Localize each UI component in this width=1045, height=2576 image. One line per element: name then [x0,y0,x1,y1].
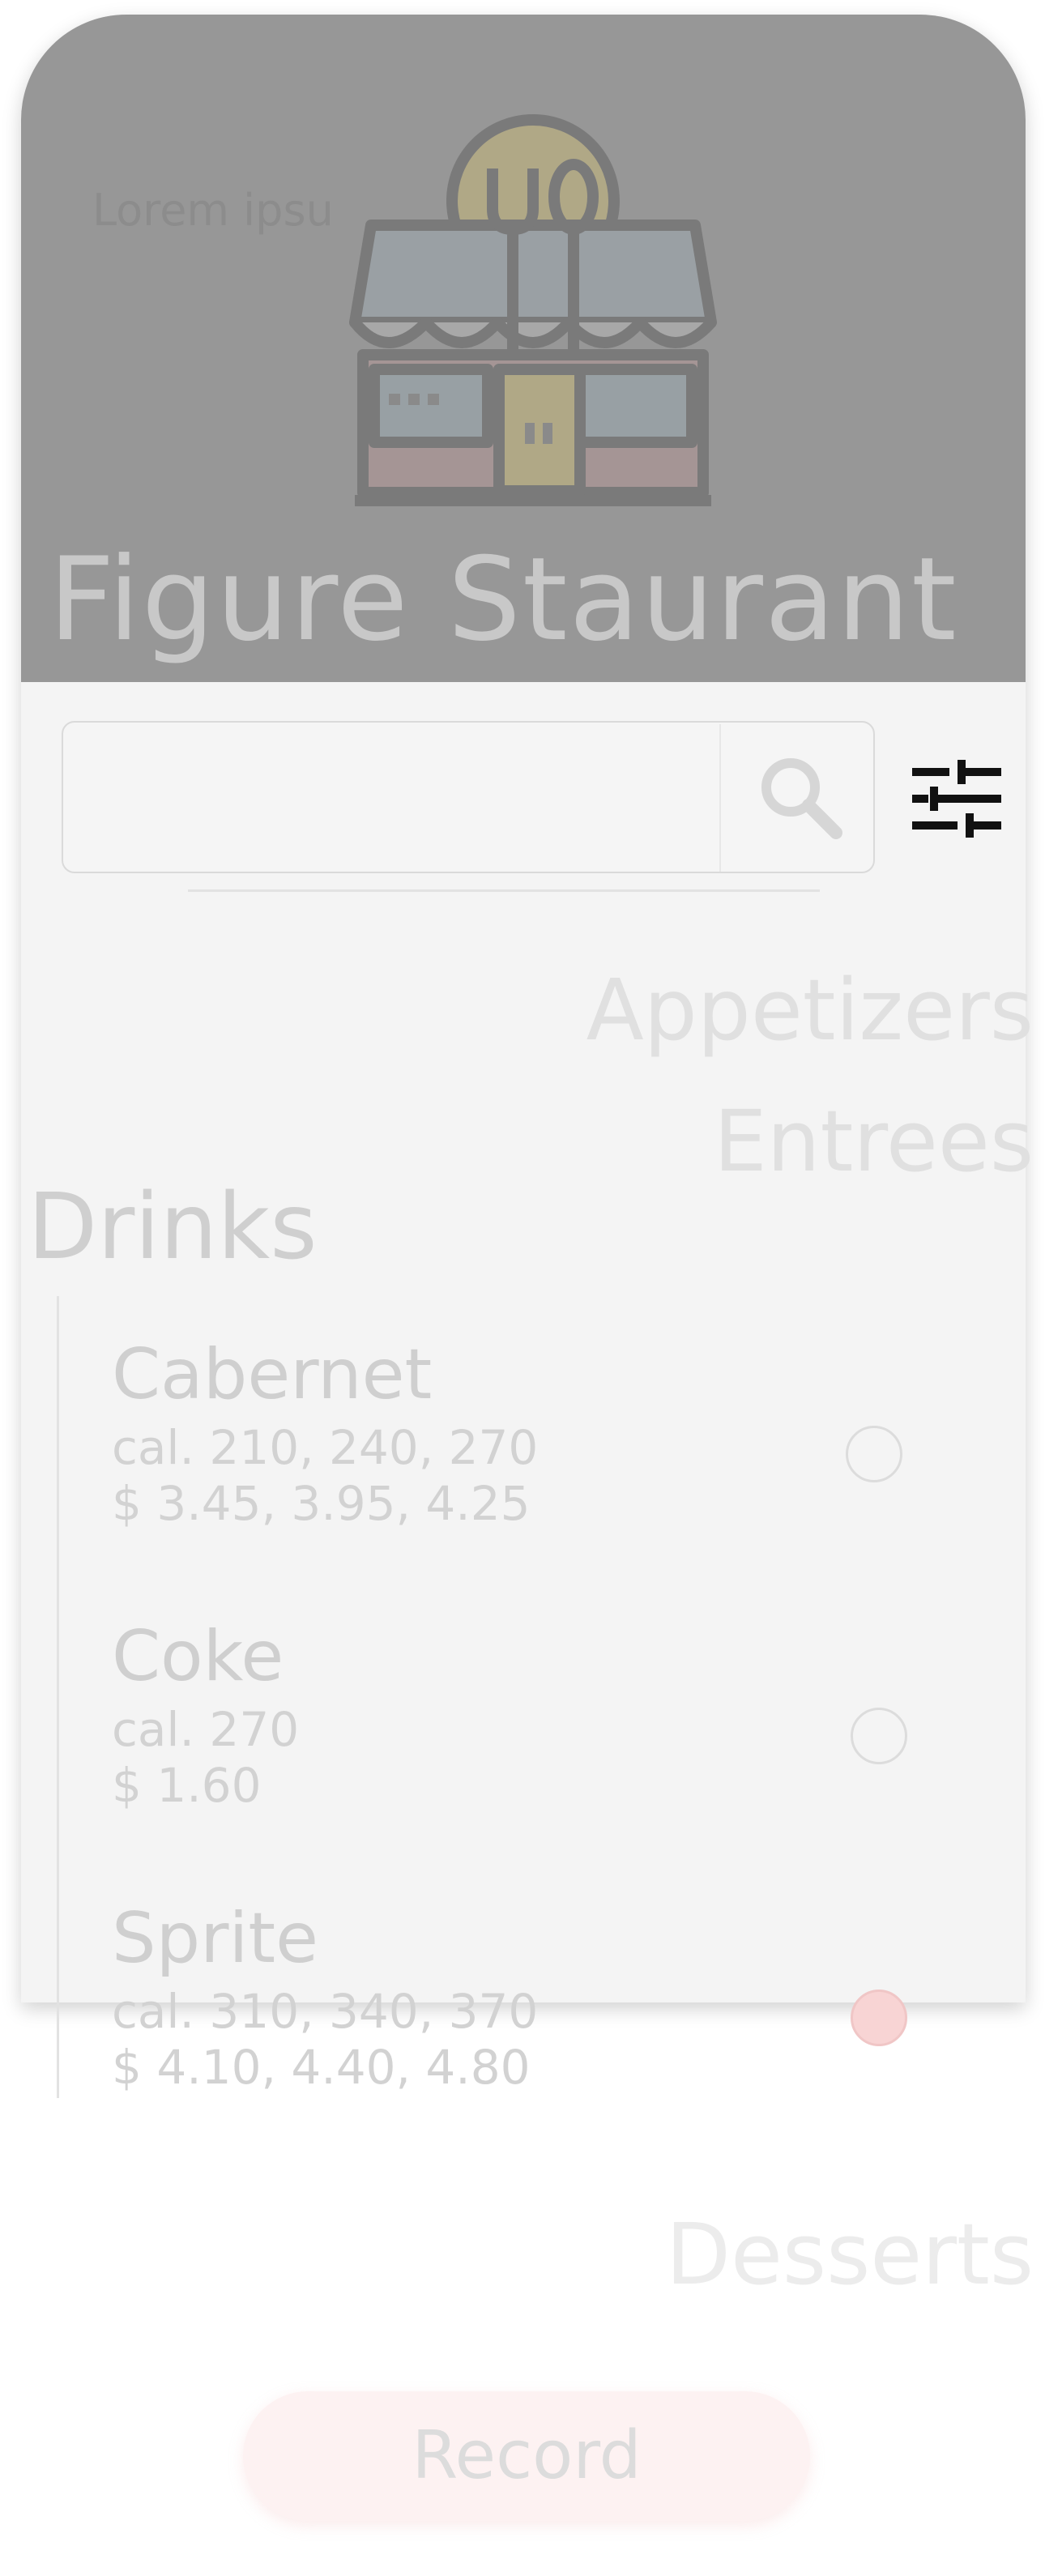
item-price: $ 4.10, 4.40, 4.80 [112,2040,531,2096]
search-divider [719,724,721,872]
record-button[interactable]: Record [243,2391,810,2521]
category-drinks[interactable]: Drinks [28,1175,318,1280]
item-name: Sprite [112,1898,319,1979]
select-radio-cabernet[interactable] [846,1426,902,1482]
list-item[interactable]: Cabernet cal. 210, 240, 270 $ 3.45, 3.95… [112,1337,538,1533]
item-price: $ 3.45, 3.95, 4.25 [112,1476,531,1532]
search-icon[interactable] [755,752,844,841]
list-item[interactable]: Coke cal. 270 $ 1.60 [112,1619,299,1815]
search-divider-line [188,889,820,892]
category-entrees[interactable]: Entrees [714,1092,1034,1191]
item-name: Coke [112,1616,284,1697]
item-calories: cal. 310, 340, 370 [112,1983,539,2039]
hero-banner: Lorem ipsu Figure Staurant [21,15,1026,682]
category-appetizers[interactable]: Appetizers [586,961,1034,1060]
item-name: Cabernet [112,1334,433,1415]
item-calories: cal. 270 [112,1701,300,1757]
restaurant-name: Figure Staurant [49,533,958,667]
list-item[interactable]: Sprite cal. 310, 340, 370 $ 4.10, 4.40, … [112,1900,538,2096]
storefront-icon [349,114,717,506]
item-price: $ 1.60 [112,1758,262,1814]
drinks-list-line [57,1296,59,2098]
category-desserts[interactable]: Desserts [666,2205,1034,2304]
select-radio-sprite[interactable] [851,1990,907,2046]
item-calories: cal. 210, 240, 270 [112,1419,539,1475]
search-field[interactable] [62,721,875,873]
select-radio-coke[interactable] [851,1708,907,1764]
filter-sliders-icon[interactable] [912,760,1001,838]
